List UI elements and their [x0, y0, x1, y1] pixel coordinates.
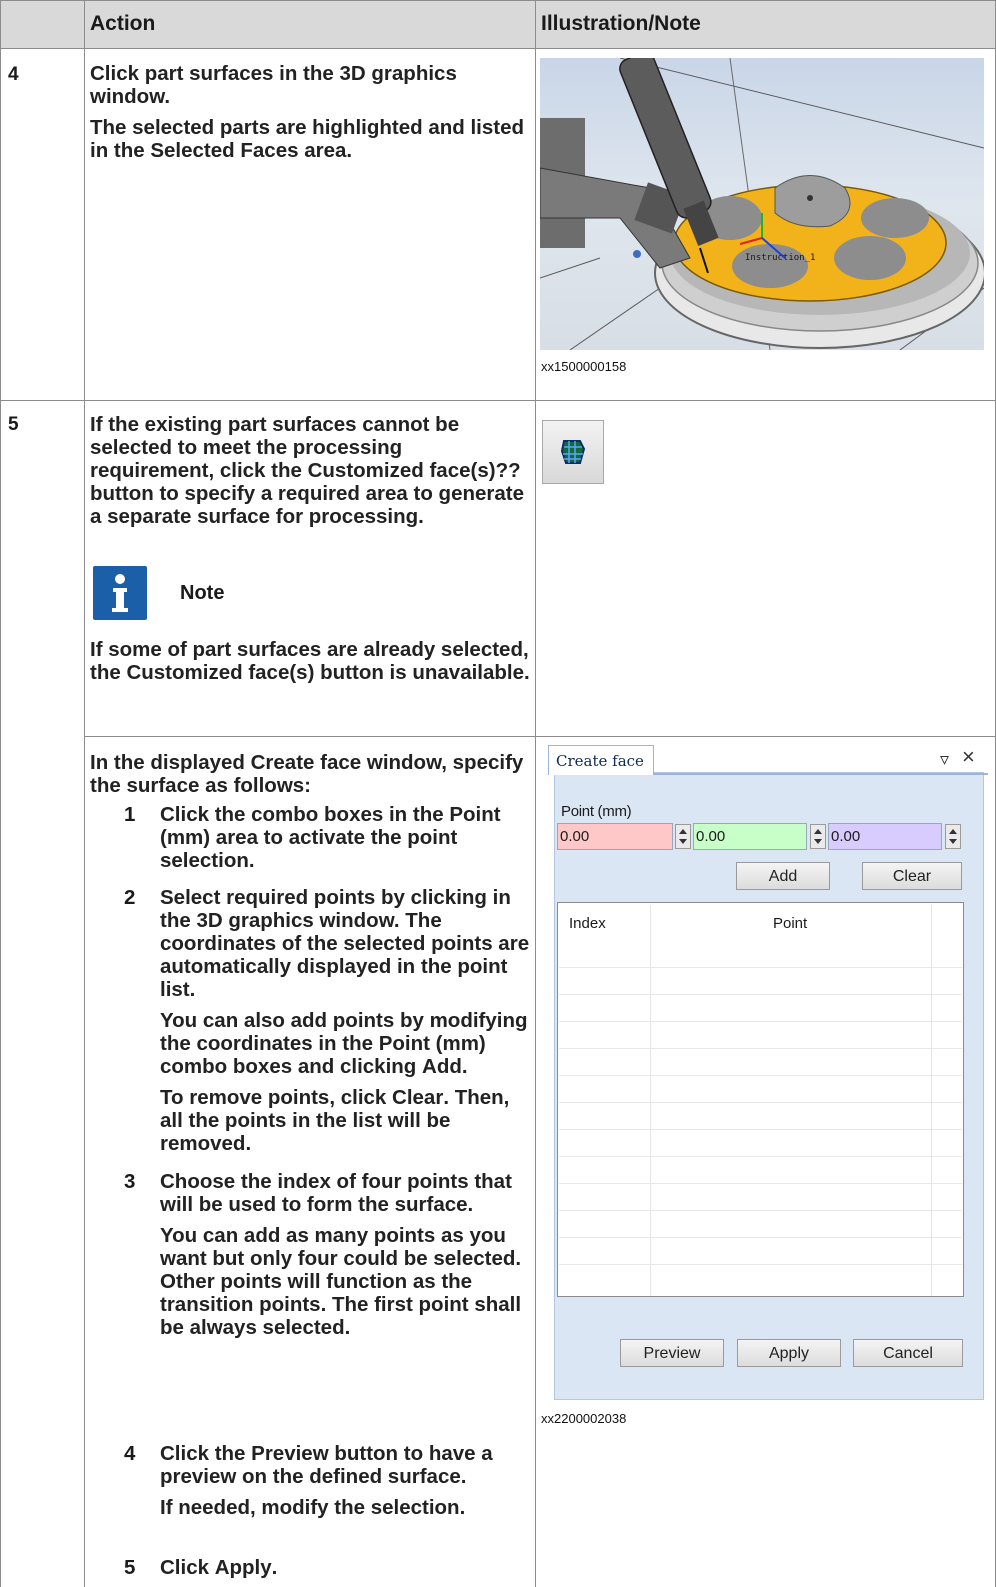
create-face-caption: xx2200002038 — [541, 1411, 627, 1426]
instruction-label: Instruction_1 — [745, 253, 815, 263]
step5-text: If the existing part surfaces cannot be … — [90, 413, 530, 536]
customized-face-button[interactable] — [542, 420, 604, 484]
header-illustration: Illustration/Note — [541, 12, 701, 35]
col-index-header: Index — [569, 915, 606, 932]
step5-note-text: If some of part surfaces are already sel… — [90, 638, 530, 684]
point-y-stepper[interactable] — [810, 824, 826, 849]
header-action: Action — [90, 12, 156, 35]
pin-icon[interactable]: ▿ — [940, 749, 949, 770]
clear-button[interactable]: Clear — [862, 862, 962, 890]
note-icon — [93, 566, 147, 620]
step-number-5: 5 — [8, 414, 19, 435]
step6-intro: In the displayed Create face window, spe… — [90, 751, 524, 797]
sub-step-2: 2 — [124, 886, 136, 909]
tab-create-face[interactable]: Create face — [548, 745, 654, 775]
sub-step-3: 3 — [124, 1170, 136, 1193]
col-point-header: Point — [773, 915, 808, 932]
preview-button[interactable]: Preview — [620, 1339, 724, 1367]
step5-p1: If the existing part surfaces cannot be … — [90, 413, 525, 528]
apply-button[interactable]: Apply — [737, 1339, 841, 1367]
sub-step-1: 1 — [124, 803, 136, 826]
point-label: Point (mm) — [561, 803, 632, 820]
note-label: Note — [180, 582, 225, 604]
step4-line2: The selected parts are highlighted and l… — [90, 116, 525, 162]
step4-caption: xx1500000158 — [541, 359, 627, 374]
cancel-button[interactable]: Cancel — [853, 1339, 963, 1367]
point-x-stepper[interactable] — [675, 824, 691, 849]
step4-text: Click part surfaces in the 3D graphics w… — [90, 62, 528, 170]
point-z-stepper[interactable] — [945, 824, 961, 849]
customized-face-icon — [560, 440, 586, 464]
point-y-field[interactable]: 0.00 — [693, 823, 807, 850]
instruction-table: Action Illustration/Note 4 Click part su… — [0, 0, 996, 1587]
3d-graphics-illustration: Instruction_1 — [540, 58, 984, 350]
point-list[interactable]: Index Point — [557, 902, 964, 1297]
close-icon[interactable]: × — [962, 744, 975, 770]
add-button[interactable]: Add — [736, 862, 830, 890]
point-x-field[interactable]: 0.00 — [557, 823, 673, 850]
step4-line1: Click part surfaces in the 3D graphics w… — [90, 62, 457, 108]
point-z-field[interactable]: 0.00 — [828, 823, 942, 850]
sub-step-5: 5 — [124, 1556, 136, 1579]
robot-wheel-scene: Instruction_1 — [540, 58, 984, 350]
sub-step-4: 4 — [124, 1442, 136, 1465]
step-number-4: 4 — [8, 64, 19, 85]
